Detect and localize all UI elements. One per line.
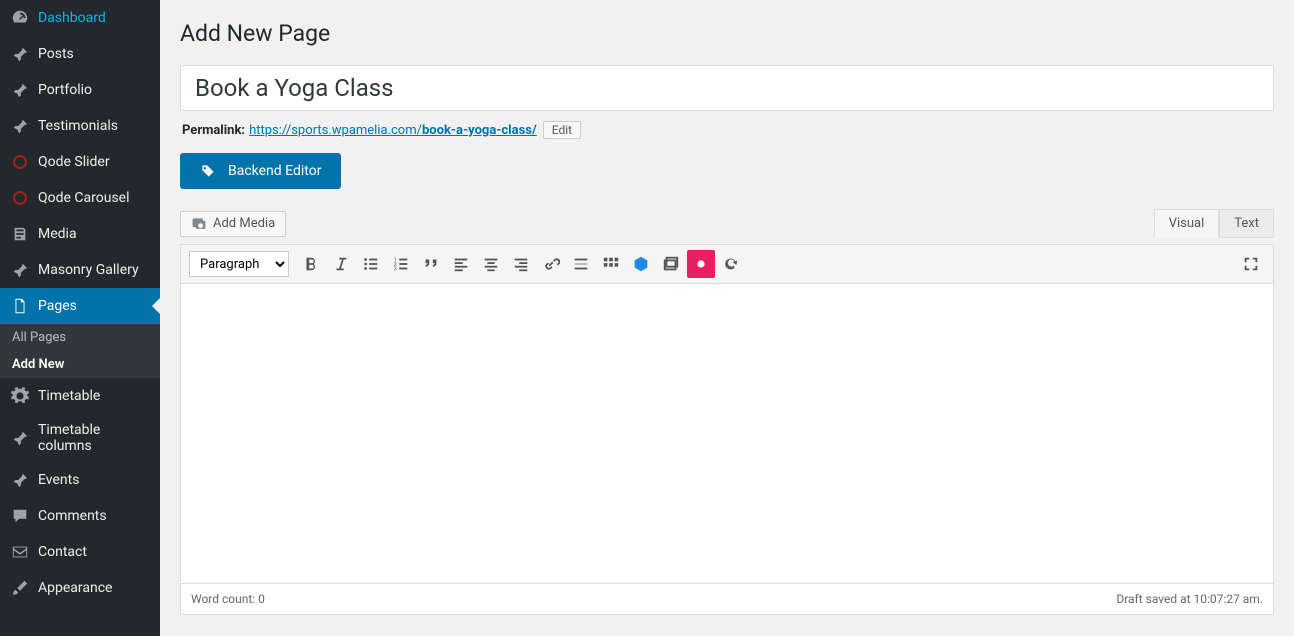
qode-icon xyxy=(10,152,30,172)
sidebar-item-media[interactable]: Media xyxy=(0,216,160,252)
sidebar-item-label: Pages xyxy=(38,298,77,314)
tab-visual[interactable]: Visual xyxy=(1154,209,1220,238)
autosave-status: Draft saved at 10:07:27 am. xyxy=(1116,592,1263,606)
gauge-icon xyxy=(10,8,30,28)
sidebar-item-label: Contact xyxy=(38,544,87,560)
sidebar-item-portfolio[interactable]: Portfolio xyxy=(0,72,160,108)
toolbar-toggle-button[interactable] xyxy=(597,250,625,278)
brush-icon xyxy=(10,578,30,598)
bold-button[interactable] xyxy=(297,250,325,278)
tag-icon xyxy=(200,163,216,179)
sidebar-item-label: Masonry Gallery xyxy=(38,262,139,278)
pin-icon xyxy=(10,470,30,490)
edit-slug-button[interactable]: Edit xyxy=(543,121,581,139)
numbered-list-button[interactable]: 123 xyxy=(387,250,415,278)
sidebar-item-label: Qode Slider xyxy=(38,154,110,170)
sidebar-item-timetable-columns[interactable]: Timetable columns xyxy=(0,414,160,462)
permalink-row: Permalink: https://sports.wpamelia.com/b… xyxy=(182,121,1274,139)
pin-icon xyxy=(10,44,30,64)
gallery-button[interactable] xyxy=(657,250,685,278)
sidebar-item-label: Appearance xyxy=(38,580,112,596)
sidebar-item-masonry-gallery[interactable]: Masonry Gallery xyxy=(0,252,160,288)
content-editor[interactable] xyxy=(180,284,1274,584)
sidebar-item-label: Timetable columns xyxy=(38,422,152,454)
sidebar-item-posts[interactable]: Posts xyxy=(0,36,160,72)
sidebar-item-events[interactable]: Events xyxy=(0,462,160,498)
sidebar-item-label: Testimonials xyxy=(38,118,118,134)
align-right-button[interactable] xyxy=(507,250,535,278)
add-media-button[interactable]: Add Media xyxy=(180,211,286,237)
main-content: Add New Page Permalink: https://sports.w… xyxy=(160,0,1294,636)
word-count: Word count: 0 xyxy=(191,592,265,606)
post-title-input[interactable] xyxy=(180,65,1274,111)
sidebar-item-label: Dashboard xyxy=(38,10,106,26)
sidebar-item-testimonials[interactable]: Testimonials xyxy=(0,108,160,144)
sidebar-item-label: Qode Carousel xyxy=(38,190,130,206)
admin-sidebar: Dashboard Posts Portfolio Testimonials Q… xyxy=(0,0,160,636)
editor-toolbar: Paragraph 123 xyxy=(180,244,1274,284)
media-icon xyxy=(10,224,30,244)
align-center-button[interactable] xyxy=(477,250,505,278)
plugin-icon-2[interactable] xyxy=(687,250,715,278)
editor-status-bar: Word count: 0 Draft saved at 10:07:27 am… xyxy=(180,584,1274,615)
submenu-all-pages[interactable]: All Pages xyxy=(0,324,160,351)
sidebar-item-pages[interactable]: Pages xyxy=(0,288,160,324)
pin-icon xyxy=(10,428,30,448)
permalink-link[interactable]: https://sports.wpamelia.com/book-a-yoga-… xyxy=(249,123,537,138)
sidebar-item-label: Timetable xyxy=(38,388,100,404)
format-select[interactable]: Paragraph xyxy=(189,251,289,277)
permalink-label: Permalink: xyxy=(182,123,245,138)
sidebar-item-label: Media xyxy=(38,226,77,242)
align-left-button[interactable] xyxy=(447,250,475,278)
sidebar-item-qode-slider[interactable]: Qode Slider xyxy=(0,144,160,180)
pin-icon xyxy=(10,116,30,136)
sidebar-item-label: Portfolio xyxy=(38,82,92,98)
comment-icon xyxy=(10,506,30,526)
gear-icon xyxy=(10,386,30,406)
sidebar-item-appearance[interactable]: Appearance xyxy=(0,570,160,606)
sidebar-item-timetable[interactable]: Timetable xyxy=(0,378,160,414)
media-icon xyxy=(191,216,207,232)
fullscreen-button[interactable] xyxy=(1237,250,1265,278)
pin-icon xyxy=(10,80,30,100)
envelope-icon xyxy=(10,542,30,562)
plugin-icon-1[interactable] xyxy=(627,250,655,278)
page-icon xyxy=(10,296,30,316)
svg-text:3: 3 xyxy=(394,266,397,272)
sidebar-item-label: Posts xyxy=(38,46,74,62)
editor-tabs: Visual Text xyxy=(1154,209,1274,238)
blockquote-button[interactable] xyxy=(417,250,445,278)
refresh-button[interactable] xyxy=(717,250,745,278)
link-button[interactable] xyxy=(537,250,565,278)
read-more-button[interactable] xyxy=(567,250,595,278)
sidebar-item-dashboard[interactable]: Dashboard xyxy=(0,0,160,36)
qode-icon xyxy=(10,188,30,208)
backend-editor-button[interactable]: Backend Editor xyxy=(180,153,341,189)
page-title: Add New Page xyxy=(180,20,1274,47)
sidebar-item-qode-carousel[interactable]: Qode Carousel xyxy=(0,180,160,216)
sidebar-submenu-pages: All Pages Add New xyxy=(0,324,160,378)
submenu-add-new[interactable]: Add New xyxy=(0,351,160,378)
sidebar-item-contact[interactable]: Contact xyxy=(0,534,160,570)
bullet-list-button[interactable] xyxy=(357,250,385,278)
sidebar-item-label: Events xyxy=(38,472,79,488)
sidebar-item-comments[interactable]: Comments xyxy=(0,498,160,534)
italic-button[interactable] xyxy=(327,250,355,278)
pin-icon xyxy=(10,260,30,280)
tab-text[interactable]: Text xyxy=(1219,209,1274,238)
sidebar-item-label: Comments xyxy=(38,508,107,524)
